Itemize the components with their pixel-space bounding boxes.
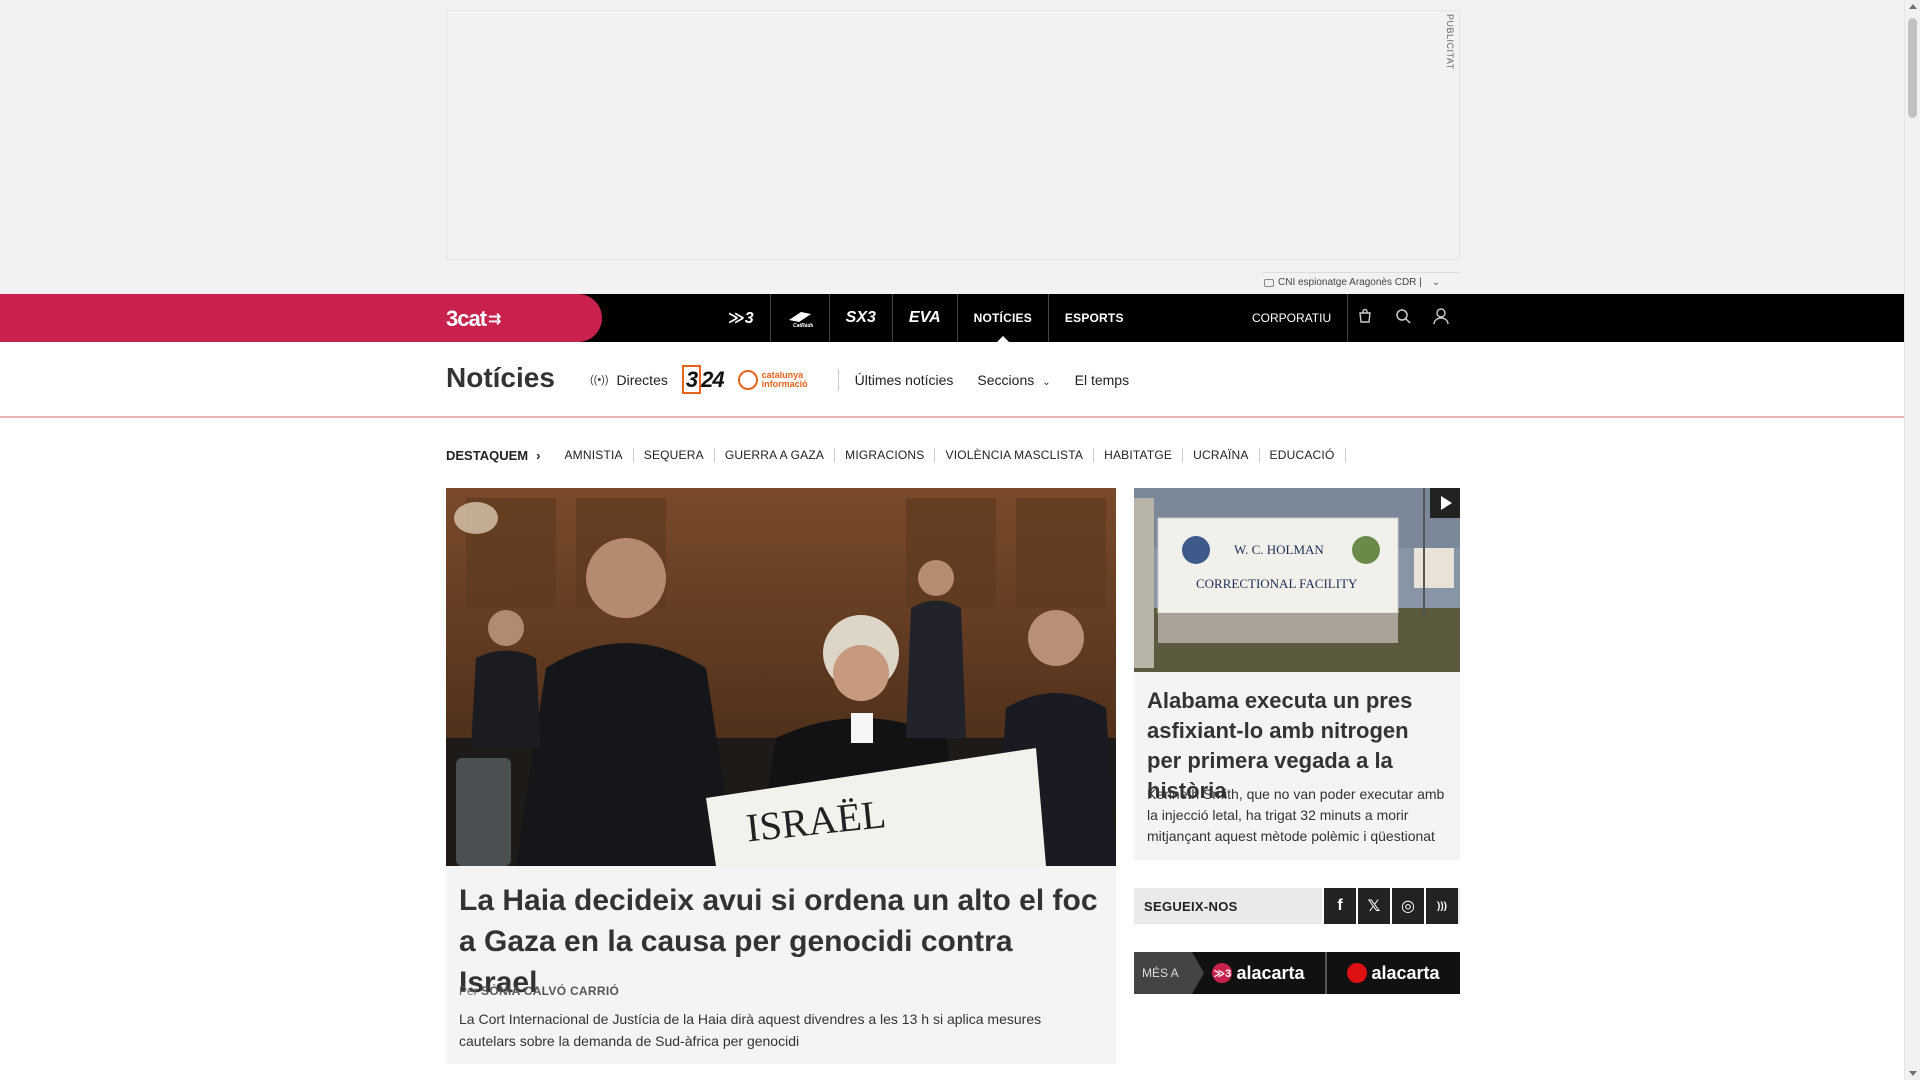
chevron-down-icon: ⌄ xyxy=(1431,277,1441,288)
scroll-up-icon[interactable] xyxy=(1909,4,1917,9)
topic-tag[interactable]: GUERRA A GAZA xyxy=(715,448,836,462)
ad-label: PUBLICITAT xyxy=(1445,14,1455,70)
live-icon: ((•)) xyxy=(590,374,609,386)
directes-link[interactable]: ((•)) Directes xyxy=(590,372,668,388)
side-article-photo[interactable]: W. C. HOLMAN CORRECTIONAL FACILITY xyxy=(1134,488,1460,672)
cart-icon[interactable] xyxy=(1356,308,1374,329)
topic-tag[interactable]: UCRAÏNA xyxy=(1183,448,1260,462)
follow-us-label: SEGUEIX-NOS xyxy=(1144,898,1238,914)
section-nav: ((•)) Directes 3 24 catalunya informació … xyxy=(590,342,1153,418)
alacarta-label: alacarta xyxy=(1371,962,1440,983)
catradio-logo-icon xyxy=(1347,963,1368,983)
section-header: Notícies ((•)) Directes 3 24 catalunya in… xyxy=(0,342,1904,418)
divider xyxy=(837,369,839,391)
play-video-icon[interactable] xyxy=(1430,488,1460,518)
topic-tag[interactable]: AMNISTIA xyxy=(554,448,634,462)
tv3-logo-icon: ≫3 xyxy=(1212,963,1233,983)
arrow-icon: ⇉ xyxy=(488,311,501,328)
catinf-circle-icon xyxy=(737,370,758,390)
tab-noticies[interactable]: NOTÍCIES xyxy=(958,294,1049,342)
destaquem-text: DESTAQUEM xyxy=(446,447,529,463)
topic-tag[interactable]: MIGRACIONS xyxy=(835,448,936,462)
ad-slot[interactable] xyxy=(446,10,1460,260)
destaquem-label: DESTAQUEM › xyxy=(446,448,540,463)
3cat-logo[interactable]: 3cat ⇉ xyxy=(446,306,501,332)
brand-block xyxy=(0,294,602,342)
byline-prefix: Per xyxy=(459,984,478,998)
seccions-label: Seccions xyxy=(977,372,1035,388)
instagram-icon[interactable]: ◎ xyxy=(1390,888,1424,924)
ultimes-noticies-link[interactable]: Últimes notícies xyxy=(855,372,954,388)
3cat-logo-text: 3cat xyxy=(446,306,487,331)
featured-topics-bar: DESTAQUEM › AMNISTIA SEQUERA GUERRA A GAZ… xyxy=(446,446,1346,464)
catinf-text: catalunya informació xyxy=(761,370,808,389)
facebook-icon[interactable]: f xyxy=(1322,888,1356,924)
324-logo[interactable]: 3 24 xyxy=(681,365,725,394)
tv3-logo-icon[interactable]: ≫3 xyxy=(712,294,771,342)
byline: Per SÒNIA CALVÓ CARRIÓ xyxy=(459,984,619,998)
top-icons xyxy=(1356,294,1450,342)
sign-line-1: W. C. HOLMAN xyxy=(1234,542,1324,557)
main-article-summary: La Cort Internacional de Justícia de la … xyxy=(459,1011,1042,1049)
main-article-card[interactable]: ISRAËL La Haia decideix avui si ordena u… xyxy=(446,488,1116,1064)
alacarta-label: alacarta xyxy=(1236,962,1305,983)
topic-tag[interactable]: VIOLÈNCIA MASCLISTA xyxy=(935,448,1095,462)
alacarta-promo: MÉS A ≫3 alacarta alacarta xyxy=(1134,952,1460,994)
directes-label: Directes xyxy=(616,372,668,388)
corporatiu-link[interactable]: CORPORATIU xyxy=(1252,294,1349,342)
ad-topic-text: CNI espionatge Aragonès CDR | xyxy=(1278,277,1422,288)
tag-icon xyxy=(1264,278,1274,287)
svg-text:CatRàdio: CatRàdio xyxy=(793,323,813,328)
mes-a-label: MÉS A xyxy=(1134,952,1204,994)
catradio-alacarta-link[interactable]: alacarta xyxy=(1325,952,1460,994)
topic-tag[interactable]: SEQUERA xyxy=(634,448,715,462)
rss-icon[interactable]: ))) xyxy=(1424,888,1458,924)
side-article-card[interactable]: W. C. HOLMAN CORRECTIONAL FACILITY Alaba… xyxy=(1134,488,1460,860)
el-temps-link[interactable]: El temps xyxy=(1075,372,1129,388)
topic-tag[interactable]: HABITATGE xyxy=(1094,448,1184,462)
scroll-down-icon[interactable] xyxy=(1909,1071,1917,1076)
sx3-logo-icon[interactable]: SX3 xyxy=(830,294,893,342)
page-title: Notícies xyxy=(446,362,555,393)
search-icon[interactable] xyxy=(1394,308,1412,329)
tv3-alacarta-link[interactable]: ≫3 alacarta xyxy=(1192,952,1325,994)
chevron-down-icon: ⌄ xyxy=(1042,377,1051,388)
tab-esports[interactable]: ESPORTS xyxy=(1049,294,1140,342)
scrollbar-thumb[interactable] xyxy=(1908,18,1917,118)
eva-logo-icon[interactable]: EVA xyxy=(893,294,958,342)
author-name[interactable]: SÒNIA CALVÓ CARRIÓ xyxy=(481,984,619,998)
side-article-summary: Kenneth Smith, que no van poder executar… xyxy=(1147,786,1445,844)
ad-topic-tag[interactable]: CNI espionatge Aragonès CDR | ⌄ xyxy=(1262,272,1460,292)
catradio-logo-icon[interactable]: CatRàdio xyxy=(771,294,830,342)
main-article-photo[interactable]: ISRAËL xyxy=(446,488,1116,866)
catalunya-informacio-logo[interactable]: catalunya informació xyxy=(737,370,822,390)
user-icon[interactable] xyxy=(1432,307,1450,330)
ad-banner-area: PUBLICITAT CNI espionatge Aragonès CDR |… xyxy=(0,0,1904,294)
sign-line-2: CORRECTIONAL FACILITY xyxy=(1196,576,1358,591)
x-icon[interactable]: 𝕏 xyxy=(1356,888,1390,924)
channel-nav: ≫3 CatRàdio SX3 EVA NOTÍCIES ESPORTS xyxy=(712,294,1140,342)
topic-tag[interactable]: EDUCACIÓ xyxy=(1260,448,1346,462)
top-navigation-bar: 3cat ⇉ ≫3 CatRàdio SX3 EVA NOTÍCIES ESPO… xyxy=(0,294,1904,342)
chevron-right-icon: › xyxy=(536,447,541,463)
seccions-dropdown[interactable]: Seccions ⌄ xyxy=(977,372,1050,388)
page-scrollbar[interactable] xyxy=(1904,0,1920,1080)
follow-us-bar: SEGUEIX-NOS f 𝕏 ◎ ))) xyxy=(1134,888,1460,924)
